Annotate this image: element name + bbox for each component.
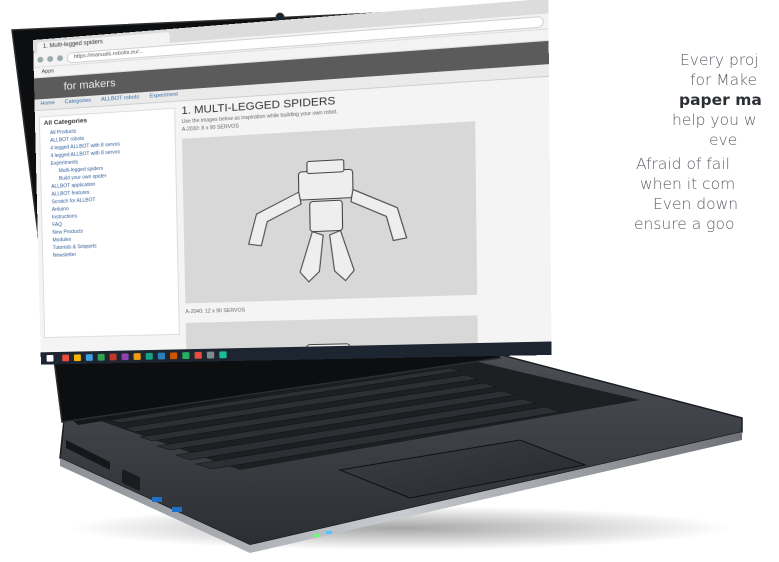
category-sidebar: All Categories All Products ALLBOT robot… bbox=[38, 107, 180, 339]
start-icon[interactable] bbox=[46, 354, 54, 362]
app-icon[interactable] bbox=[169, 352, 178, 360]
app-icon[interactable] bbox=[97, 353, 105, 361]
folder-icon[interactable] bbox=[73, 354, 81, 362]
app-icon[interactable] bbox=[62, 354, 70, 362]
reload-icon[interactable] bbox=[56, 55, 64, 62]
menu-categories[interactable]: Categories bbox=[65, 96, 92, 108]
app-icon[interactable] bbox=[133, 353, 141, 360]
robot-drawing bbox=[182, 121, 477, 303]
app-icon[interactable] bbox=[121, 353, 129, 361]
app-icon[interactable] bbox=[206, 351, 215, 359]
forward-icon[interactable] bbox=[47, 55, 54, 63]
product-photo: Every proj for Make paper ma help you w … bbox=[0, 0, 779, 562]
back-icon[interactable] bbox=[37, 56, 44, 63]
app-icon[interactable] bbox=[157, 352, 166, 360]
browser-icon[interactable] bbox=[85, 354, 93, 361]
robot-image-1 bbox=[182, 121, 478, 304]
menu-experiment[interactable]: Experiment bbox=[149, 90, 178, 103]
app-icon[interactable] bbox=[182, 352, 190, 360]
app-icon[interactable] bbox=[194, 351, 202, 359]
page-content: All Categories All Products ALLBOT robot… bbox=[35, 77, 552, 365]
menu-home[interactable]: Home bbox=[40, 98, 55, 110]
display-area: 1. Multi-legged spiders https://manuals.… bbox=[0, 0, 779, 562]
app-icon[interactable] bbox=[145, 352, 153, 360]
app-icon[interactable] bbox=[219, 351, 227, 359]
app-icon[interactable] bbox=[109, 353, 117, 361]
browser-window: 1. Multi-legged spiders https://manuals.… bbox=[33, 0, 552, 365]
article: 1. MULTI-LEGGED SPIDERS Use the images b… bbox=[181, 82, 535, 365]
